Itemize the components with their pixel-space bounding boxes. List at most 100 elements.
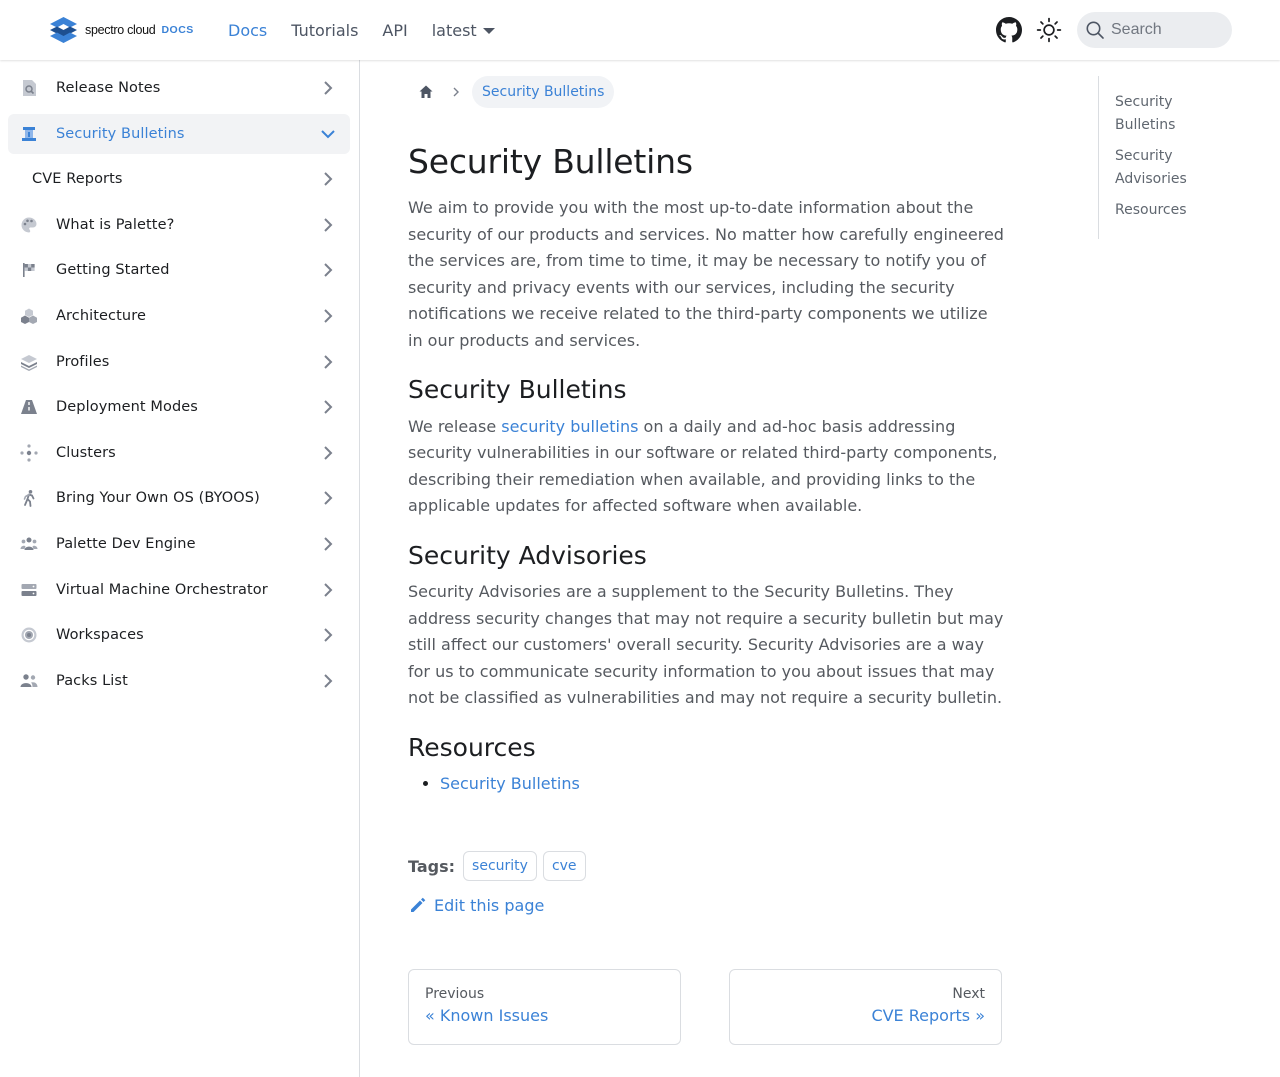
brand-docs-label: DOCS xyxy=(161,24,194,36)
sidebar-item-label: Packs List xyxy=(56,673,128,689)
pager-previous-sublabel: Previous xyxy=(425,986,485,1002)
sidebar-item-workspaces[interactable]: Workspaces xyxy=(8,615,350,655)
sidebar-item-label: Deployment Modes xyxy=(56,399,198,415)
brand-logo-link[interactable]: spectro cloud DOCS xyxy=(48,15,194,45)
toc-item-resources[interactable]: Resources xyxy=(1115,199,1225,222)
architecture-icon xyxy=(21,308,37,324)
article: Security Bulletins We aim to provide you… xyxy=(408,130,1004,798)
tags-list: Tags: security cve xyxy=(408,851,592,881)
palette-icon xyxy=(21,217,37,233)
security-bulletins-paragraph: We release security bulletins on a daily… xyxy=(408,414,1004,520)
chevron-right-icon[interactable] xyxy=(318,625,338,645)
users-icon xyxy=(20,674,38,687)
chevron-right-icon[interactable] xyxy=(318,397,338,417)
sidebar-item-profiles[interactable]: Profiles xyxy=(8,342,350,382)
target-icon xyxy=(21,627,37,643)
theme-toggle-sun-icon[interactable] xyxy=(1036,17,1062,43)
nav-link-api[interactable]: API xyxy=(382,21,407,40)
chevron-right-icon[interactable] xyxy=(318,215,338,235)
tag-security[interactable]: security xyxy=(463,851,537,881)
sidebar-item-getting-started[interactable]: Getting Started xyxy=(8,250,350,290)
layers-icon xyxy=(21,355,37,371)
table-of-contents: Security Bulletins Security Advisories R… xyxy=(1098,76,1248,239)
chevron-right-icon[interactable] xyxy=(318,443,338,463)
sidebar-item-label: Security Bulletins xyxy=(56,126,185,142)
tags-label: Tags: xyxy=(408,856,456,876)
nav-link-tutorials[interactable]: Tutorials xyxy=(291,21,358,40)
sidebar: Release Notes Security Bulletins CVE Rep… xyxy=(0,60,360,1077)
edit-this-page-label: Edit this page xyxy=(434,895,545,915)
sidebar-item-label: Architecture xyxy=(56,308,146,324)
chevron-right-icon[interactable] xyxy=(318,169,338,189)
nav-links: Docs Tutorials API latest xyxy=(228,0,519,60)
sidebar-item-deployment-modes[interactable]: Deployment Modes xyxy=(8,387,350,427)
version-dropdown[interactable]: latest xyxy=(432,21,495,40)
chevron-right-icon[interactable] xyxy=(318,488,338,508)
spectro-cloud-logo-icon xyxy=(50,17,77,43)
security-bulletins-link[interactable]: security bulletins xyxy=(501,417,638,436)
heading-security-bulletins: Security Bulletins xyxy=(408,375,627,405)
chevron-right-icon[interactable] xyxy=(318,260,338,280)
resources-list: Security Bulletins xyxy=(408,771,1004,798)
sidebar-item-release-notes[interactable]: Release Notes xyxy=(8,68,350,108)
chevron-right-icon[interactable] xyxy=(318,78,338,98)
github-icon[interactable] xyxy=(996,17,1022,43)
search-input[interactable] xyxy=(1111,21,1221,39)
sidebar-item-packs-list[interactable]: Packs List xyxy=(8,661,350,701)
sidebar-item-clusters[interactable]: Clusters xyxy=(8,433,350,473)
sidebar-item-label: Clusters xyxy=(56,445,116,461)
nav-link-docs[interactable]: Docs xyxy=(228,21,267,40)
brand-name: spectro cloud xyxy=(85,23,156,37)
paragraph-text: We release xyxy=(408,416,502,436)
edit-this-page-link[interactable]: Edit this page xyxy=(408,895,544,915)
pencil-icon xyxy=(411,897,426,912)
tag-cve[interactable]: cve xyxy=(542,851,586,881)
breadcrumb-home-link[interactable] xyxy=(408,76,444,108)
intro-paragraph: We aim to provide you with the most up-t… xyxy=(408,198,1004,350)
sidebar-item-label: Workspaces xyxy=(56,627,144,643)
sidebar-item-palette-dev-engine[interactable]: Palette Dev Engine xyxy=(8,524,350,564)
search-button[interactable] xyxy=(1077,12,1232,48)
search-icon xyxy=(1086,21,1104,39)
pager-previous[interactable]: Previous « Known Issues xyxy=(408,969,681,1045)
sidebar-item-label: Release Notes xyxy=(56,80,161,96)
security-bulletins-icon xyxy=(22,127,36,141)
pager-next-label: CVE Reports » xyxy=(871,1006,985,1025)
top-navbar: spectro cloud DOCS Docs Tutorials API la… xyxy=(0,0,1280,60)
pager-next-sublabel: Next xyxy=(952,986,985,1002)
flag-icon xyxy=(23,263,35,277)
sidebar-item-label: Getting Started xyxy=(56,262,170,278)
sidebar-item-byoos[interactable]: Bring Your Own OS (BYOOS) xyxy=(8,478,350,518)
sidebar-item-architecture[interactable]: Architecture xyxy=(8,296,350,336)
chevron-right-icon[interactable] xyxy=(318,534,338,554)
breadcrumb-separator-icon xyxy=(453,87,459,97)
heading-security-advisories: Security Advisories xyxy=(408,540,647,570)
sidebar-item-label: Bring Your Own OS (BYOOS) xyxy=(56,490,260,506)
sidebar-item-label: What is Palette? xyxy=(56,217,175,233)
heading-resources: Resources xyxy=(408,732,536,762)
server-icon xyxy=(21,584,37,596)
person-icon xyxy=(23,490,35,507)
security-advisories-paragraph: Security Advisories are a supplement to … xyxy=(408,582,1004,708)
pager-previous-label: « Known Issues xyxy=(425,1006,549,1025)
resource-link-security-bulletins[interactable]: Security Bulletins xyxy=(440,774,580,793)
toc-item-security-advisories[interactable]: Security Advisories xyxy=(1115,145,1225,191)
chevron-right-icon[interactable] xyxy=(318,352,338,372)
breadcrumb: Security Bulletins xyxy=(408,76,615,108)
chevron-right-icon[interactable] xyxy=(318,306,338,326)
sidebar-item-what-is-palette[interactable]: What is Palette? xyxy=(8,205,350,245)
chevron-down-icon[interactable] xyxy=(318,124,338,144)
sidebar-item-label: CVE Reports xyxy=(32,171,123,187)
sidebar-item-cve-reports[interactable]: CVE Reports xyxy=(8,159,350,199)
chevron-right-icon[interactable] xyxy=(318,671,338,691)
road-icon xyxy=(21,400,37,414)
sidebar-item-virtual-machine-orchestrator[interactable]: Virtual Machine Orchestrator xyxy=(8,570,350,610)
version-label: latest xyxy=(431,20,477,40)
sidebar-item-label: Profiles xyxy=(56,354,110,370)
sidebar-item-label: Palette Dev Engine xyxy=(56,536,196,552)
pager-next[interactable]: Next CVE Reports » xyxy=(729,969,1002,1045)
toc-item-security-bulletins[interactable]: Security Bulletins xyxy=(1115,91,1225,137)
sidebar-item-security-bulletins[interactable]: Security Bulletins xyxy=(8,114,350,154)
clusters-icon xyxy=(20,444,38,462)
chevron-right-icon[interactable] xyxy=(318,580,338,600)
